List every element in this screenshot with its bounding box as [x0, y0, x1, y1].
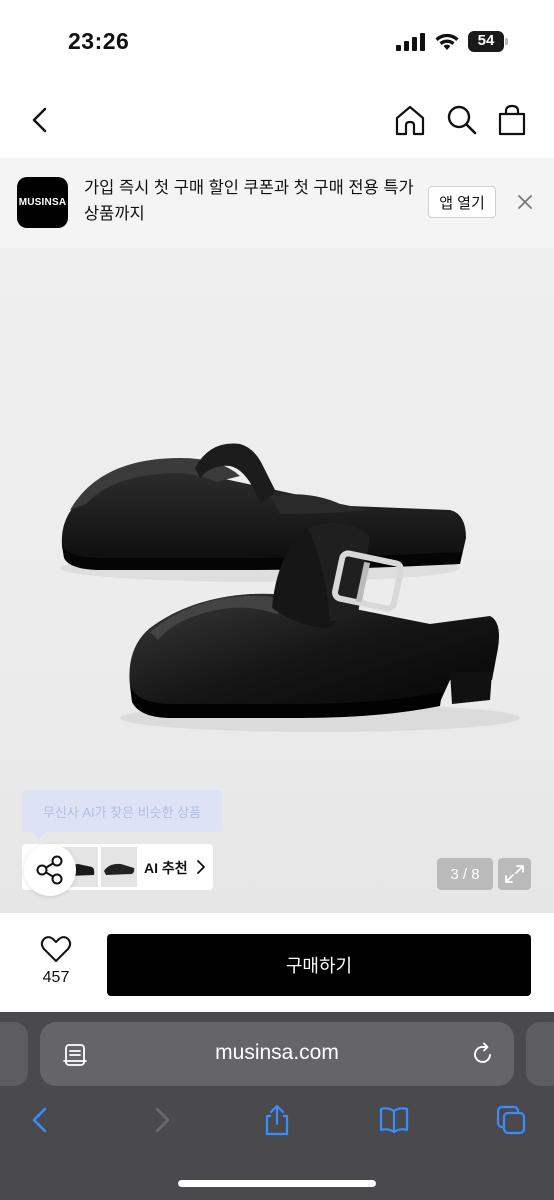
- buy-button-label: 구매하기: [285, 956, 353, 976]
- page-counter-text: 3 / 8: [450, 865, 480, 883]
- battery-icon: 54: [468, 31, 508, 52]
- bookmarks-icon[interactable]: [378, 1104, 410, 1136]
- browser-forward-icon[interactable]: [145, 1104, 177, 1136]
- heart-icon: [40, 936, 72, 962]
- previous-tab-preview[interactable]: [0, 1022, 28, 1086]
- status-time: 23:26: [68, 28, 130, 54]
- status-bar: 23:26 54: [0, 0, 554, 82]
- url-text: musinsa.com: [215, 1041, 339, 1064]
- battery-tip: [505, 38, 508, 45]
- home-icon[interactable]: [392, 102, 428, 138]
- shoe-thumbnail-icon: [104, 863, 135, 875]
- product-image-black-mules: [60, 443, 520, 732]
- open-app-label: 앱 열기: [439, 194, 485, 212]
- next-tab-preview[interactable]: [526, 1022, 554, 1086]
- app-install-banner: MUSINSA 가입 즉시 첫 구매 할인 쿠폰과 첫 구매 전용 특가 상품까…: [0, 158, 554, 248]
- ai-tooltip-tail: [32, 832, 46, 840]
- ai-similar-products-tooltip: 무신사 AI가 찾은 비슷한 상품: [22, 790, 222, 832]
- purchase-bar: 457 구매하기: [0, 912, 554, 1012]
- back-arrow-icon[interactable]: [24, 104, 56, 136]
- reload-icon[interactable]: [470, 1041, 496, 1067]
- fullscreen-button[interactable]: [498, 858, 531, 890]
- wifi-icon: [435, 33, 459, 50]
- ai-tooltip-text: 무신사 AI가 찾은 비슷한 상품: [42, 804, 202, 820]
- open-app-button[interactable]: 앱 열기: [428, 186, 496, 218]
- search-icon[interactable]: [444, 102, 480, 138]
- product-image-gallery[interactable]: 무신사 AI가 찾은 비슷한 상품 AI 추천 3 / 8: [0, 248, 554, 912]
- safari-browser-chrome: musinsa.com: [0, 1012, 554, 1200]
- image-page-counter: 3 / 8: [437, 858, 493, 890]
- ai-thumbnail-2: [101, 847, 137, 887]
- like-button[interactable]: 457: [28, 933, 84, 993]
- buy-button[interactable]: 구매하기: [107, 934, 531, 996]
- tabs-overview-icon[interactable]: [495, 1104, 527, 1136]
- address-bar[interactable]: musinsa.com: [40, 1022, 514, 1086]
- cellular-signal-icon: [396, 33, 425, 51]
- shopping-bag-icon[interactable]: [494, 102, 530, 138]
- battery-level: 54: [477, 32, 495, 49]
- like-count: 457: [42, 969, 70, 986]
- expand-icon: [505, 865, 524, 883]
- share-nodes-icon: [36, 855, 63, 885]
- close-icon[interactable]: [514, 191, 536, 213]
- home-indicator: [178, 1180, 376, 1187]
- ai-recommend-label: AI 추천: [144, 860, 188, 876]
- browser-share-icon[interactable]: [261, 1104, 293, 1136]
- nav-header: [0, 82, 554, 158]
- logo-text: MUSINSA: [18, 197, 67, 208]
- share-button[interactable]: [24, 844, 76, 896]
- browser-back-icon[interactable]: [25, 1104, 57, 1136]
- musinsa-logo: MUSINSA: [17, 177, 68, 228]
- app-banner-message: 가입 즉시 첫 구매 할인 쿠폰과 첫 구매 전용 특가 상품까지: [84, 179, 414, 223]
- chevron-right-icon: [197, 860, 205, 874]
